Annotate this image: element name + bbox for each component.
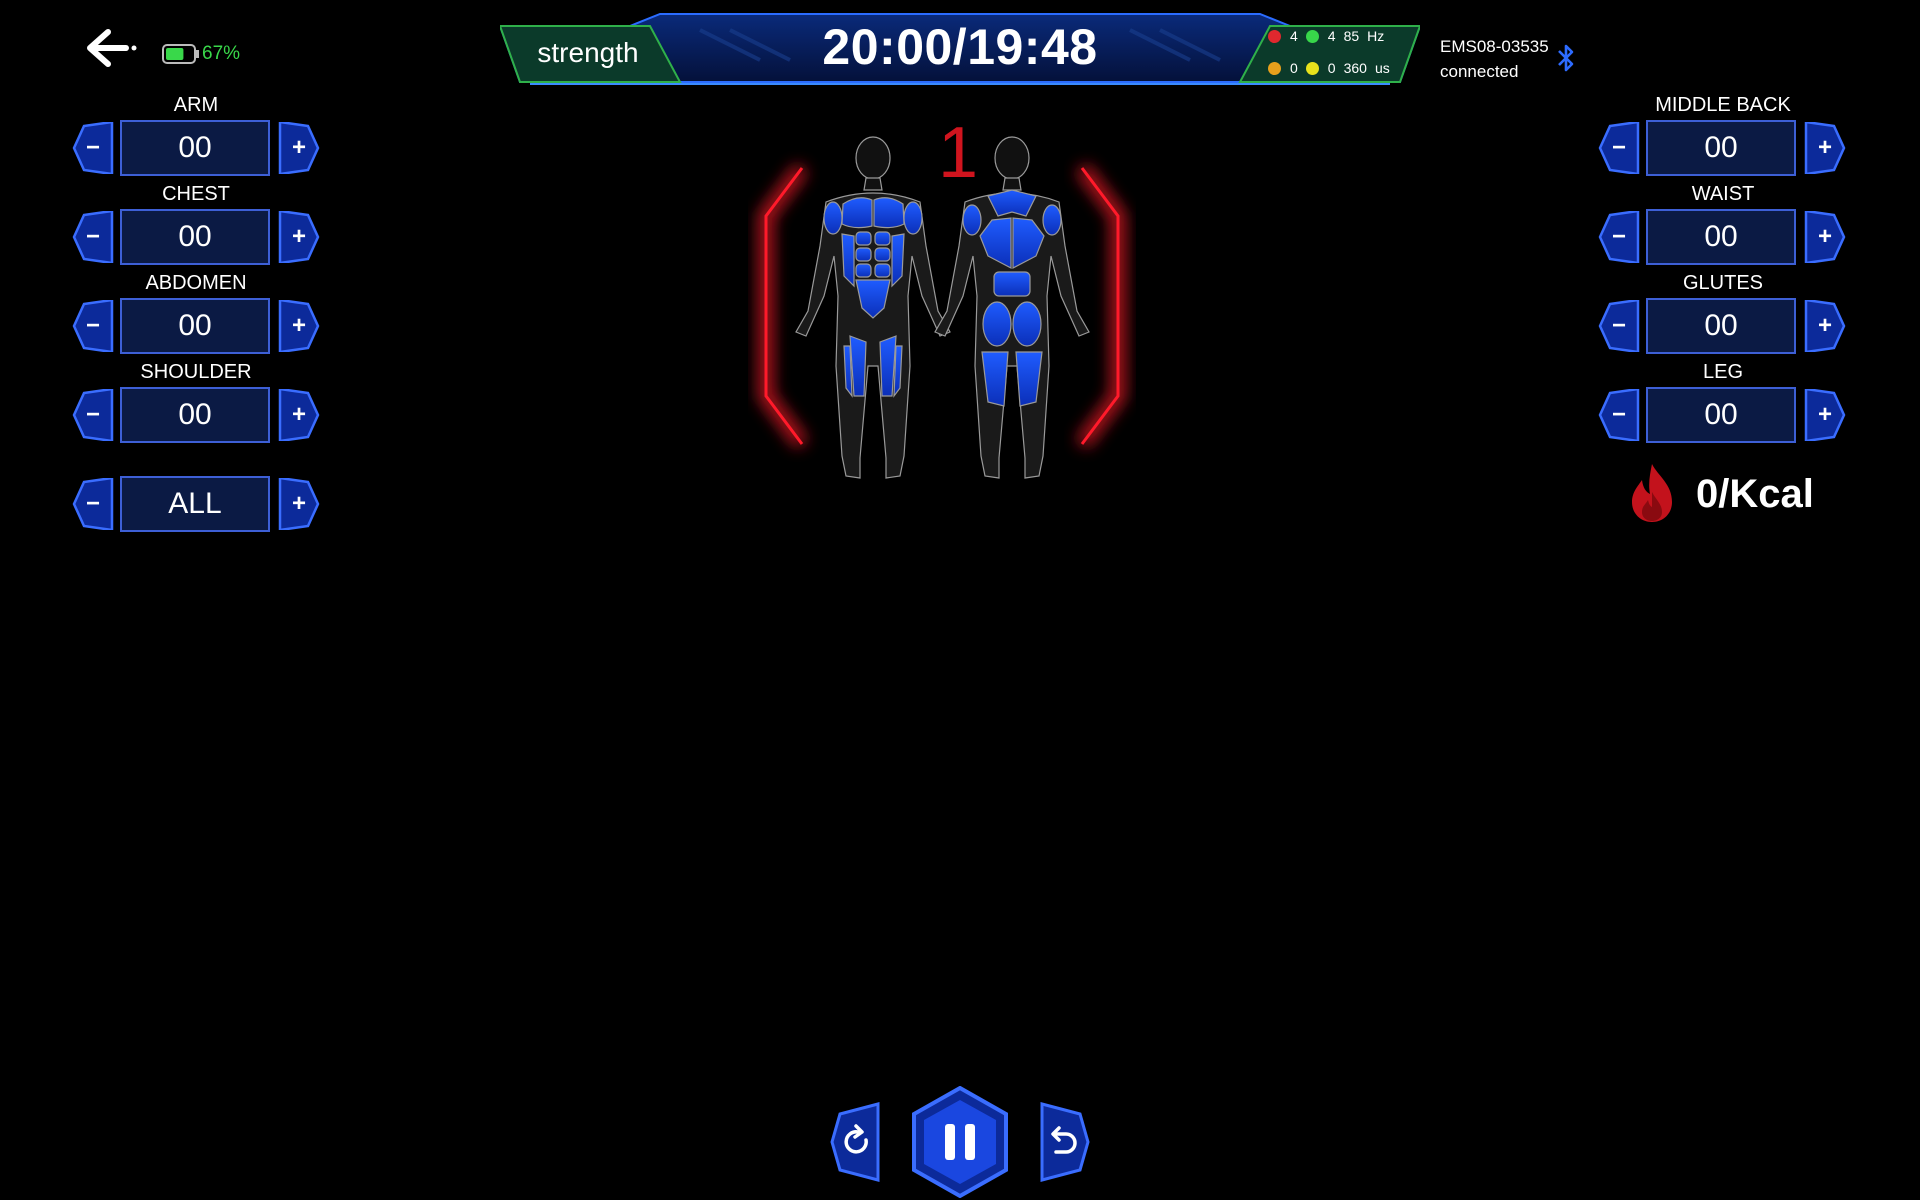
plus-icon: +: [291, 134, 306, 161]
leg-increase-button[interactable]: +: [1804, 389, 1846, 441]
middle-back-increase-button[interactable]: +: [1804, 122, 1846, 174]
middle-back-decrease-button[interactable]: −: [1598, 122, 1640, 174]
abdomen-value: 00: [120, 298, 270, 354]
glutes-decrease-button[interactable]: −: [1598, 300, 1640, 352]
minus-icon: −: [85, 134, 100, 161]
shoulder-decrease-button[interactable]: −: [72, 389, 114, 441]
left-red-frame: [759, 163, 808, 449]
all-increase-button[interactable]: +: [278, 478, 320, 530]
chest-value: 00: [120, 209, 270, 265]
red-dot-icon: [1268, 29, 1281, 43]
plus-icon: +: [291, 401, 306, 428]
minus-icon: −: [1611, 401, 1626, 428]
chest-stepper: − 00 +: [72, 209, 322, 265]
waist-value: 00: [1646, 209, 1796, 265]
pause-button[interactable]: [910, 1086, 1010, 1198]
back-arrow-icon[interactable]: [82, 26, 138, 70]
leg-value: 00: [1646, 387, 1796, 443]
battery-percent: 67%: [202, 43, 241, 64]
arm-value: 00: [120, 120, 270, 176]
channel-label-shoulder: SHOULDER: [140, 361, 252, 383]
bluetooth-icon[interactable]: [1556, 42, 1576, 74]
mode-tab[interactable]: strength: [500, 26, 676, 80]
plus-icon: +: [1817, 223, 1832, 250]
abdomen-increase-button[interactable]: +: [278, 300, 320, 352]
glutes-value: 00: [1646, 298, 1796, 354]
leg-stepper: − 00 +: [1598, 387, 1848, 443]
arm-stepper: − 00 +: [72, 120, 322, 176]
right-red-frame: [1076, 163, 1125, 449]
minus-icon: −: [1611, 134, 1626, 161]
arm-decrease-button[interactable]: −: [72, 122, 114, 174]
channel-label-waist: WAIST: [1691, 183, 1755, 205]
yellow-dot-icon: [1305, 61, 1319, 75]
stat-value: 4: [1327, 28, 1336, 44]
calories-value: 0/Kcal: [1696, 472, 1814, 516]
front-body: [795, 136, 951, 479]
abdomen-decrease-button[interactable]: −: [72, 300, 114, 352]
minus-icon: −: [85, 490, 100, 517]
session-timer: 20:00/19:48: [822, 19, 1098, 75]
all-decrease-button[interactable]: −: [72, 478, 114, 530]
stats-row-2: 0 0 360 us: [1268, 58, 1408, 78]
stat-value: 4: [1290, 28, 1298, 44]
channel-label-abdomen: ABDOMEN: [145, 272, 247, 294]
stats-row-1: 4 4 85 Hz: [1268, 26, 1408, 46]
minus-icon: −: [85, 312, 100, 339]
channel-label-middle-back: MIDDLE BACK: [1655, 94, 1791, 116]
chest-decrease-button[interactable]: −: [72, 211, 114, 263]
waist-decrease-button[interactable]: −: [1598, 211, 1640, 263]
channel-label-leg: LEG: [1702, 361, 1744, 383]
orange-dot-icon: [1268, 61, 1281, 75]
device-id: EMS08-03535: [1440, 37, 1549, 56]
frequency-unit: Hz: [1367, 28, 1385, 44]
channel-label-arm: ARM: [173, 94, 219, 116]
channel-label-chest: CHEST: [162, 183, 230, 205]
plus-icon: +: [291, 312, 306, 339]
arm-increase-button[interactable]: +: [278, 122, 320, 174]
plus-icon: +: [291, 490, 306, 517]
phase-number: 1: [938, 113, 979, 193]
plus-icon: +: [1817, 312, 1832, 339]
leg-decrease-button[interactable]: −: [1598, 389, 1640, 441]
frequency-value: 85: [1343, 28, 1360, 44]
device-status: connected: [1440, 62, 1519, 81]
shoulder-value: 00: [120, 387, 270, 443]
abdomen-stepper: − 00 +: [72, 298, 322, 354]
shoulder-increase-button[interactable]: +: [278, 389, 320, 441]
stat-value: 0: [1290, 60, 1298, 76]
stat-value: 0: [1327, 60, 1336, 76]
plus-icon: +: [1817, 401, 1832, 428]
battery-indicator: 67%: [162, 42, 240, 66]
undo-button[interactable]: [1036, 1102, 1090, 1182]
minus-icon: −: [85, 223, 100, 250]
minus-icon: −: [85, 401, 100, 428]
shoulder-stepper: − 00 +: [72, 387, 322, 443]
pulse-width-value: 360: [1343, 60, 1367, 76]
device-info: EMS08-03535 connected: [1440, 34, 1549, 84]
pulse-width-unit: us: [1374, 60, 1390, 76]
flame-icon: [1632, 464, 1672, 522]
waist-increase-button[interactable]: +: [1804, 211, 1846, 263]
green-dot-icon: [1305, 29, 1319, 43]
restart-button[interactable]: [830, 1102, 884, 1182]
minus-icon: −: [1611, 312, 1626, 339]
channel-label-glutes: GLUTES: [1682, 272, 1764, 294]
glutes-increase-button[interactable]: +: [1804, 300, 1846, 352]
all-channels-label: ALL: [120, 476, 270, 532]
stimulation-stats: 4 4 85 Hz 0 0 360 us: [1268, 26, 1408, 90]
minus-icon: −: [1611, 223, 1626, 250]
chest-increase-button[interactable]: +: [278, 211, 320, 263]
middle-back-value: 00: [1646, 120, 1796, 176]
middle-back-stepper: − 00 +: [1598, 120, 1848, 176]
plus-icon: +: [291, 223, 306, 250]
waist-stepper: − 00 +: [1598, 209, 1848, 265]
battery-icon: [162, 44, 199, 64]
glutes-stepper: − 00 +: [1598, 298, 1848, 354]
plus-icon: +: [1817, 134, 1832, 161]
all-channels-stepper: − ALL +: [72, 476, 322, 532]
